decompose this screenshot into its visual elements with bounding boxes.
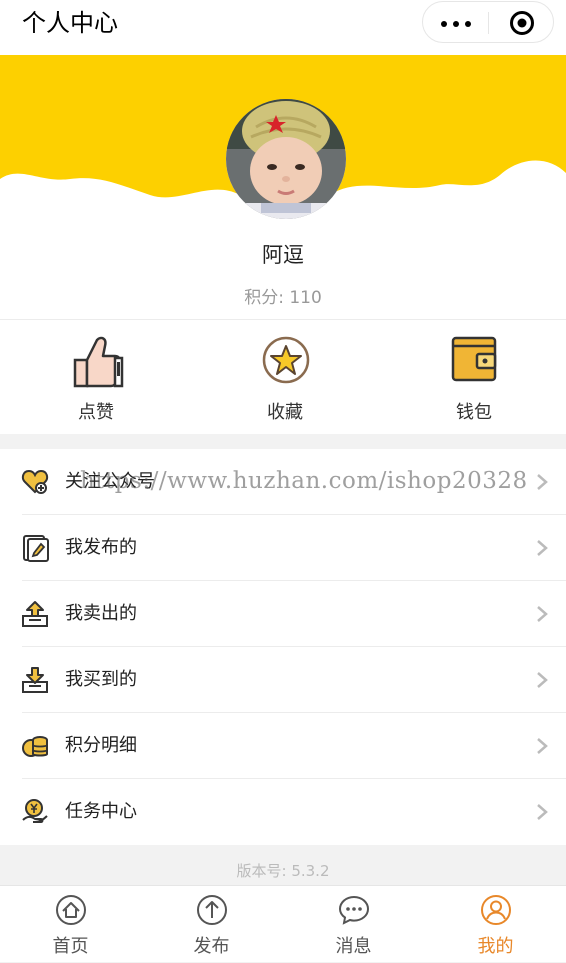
chevron-right-icon bbox=[537, 738, 548, 754]
menu-item-bought[interactable]: 我买到的 bbox=[0, 647, 566, 713]
tab-mine[interactable]: 我的 bbox=[425, 886, 566, 963]
tab-publish[interactable]: 发布 bbox=[141, 886, 282, 963]
coins-icon bbox=[22, 736, 48, 757]
profile-header: 阿逗 积分: 110 bbox=[0, 55, 566, 319]
action-like[interactable]: 点赞 bbox=[31, 320, 161, 435]
menu-label: 任务中心 bbox=[65, 801, 137, 822]
menu-label: 我发布的 bbox=[65, 537, 137, 558]
chevron-right-icon bbox=[537, 540, 548, 556]
menu-label: 积分明细 bbox=[65, 735, 137, 756]
nav-bar: 个人中心 bbox=[0, 0, 566, 55]
menu-list: 关注公众号 我发布的 我卖出的 我买到的 积分明细 任务中心 bbox=[0, 449, 566, 845]
watermark: https://www.huzhan.com/ishop20328 bbox=[80, 468, 528, 494]
tab-label: 首页 bbox=[52, 936, 89, 957]
action-favorite[interactable]: 收藏 bbox=[220, 320, 350, 435]
quick-actions: 点赞 收藏 钱包 bbox=[0, 319, 566, 434]
bought-box-icon bbox=[22, 667, 48, 693]
chevron-right-icon bbox=[537, 474, 548, 490]
thumbs-up-icon bbox=[73, 336, 124, 388]
task-hand-icon bbox=[22, 799, 48, 823]
publish-doc-icon bbox=[23, 535, 49, 562]
tab-label: 消息 bbox=[335, 936, 372, 957]
tab-label: 发布 bbox=[193, 936, 230, 957]
user-nickname: 阿逗 bbox=[262, 243, 304, 267]
menu-item-sold[interactable]: 我卖出的 bbox=[0, 581, 566, 647]
avatar-photo bbox=[226, 99, 346, 219]
tab-bar: 首页 发布 消息 我的 bbox=[0, 885, 566, 962]
mini-program-capsule bbox=[422, 1, 554, 43]
tab-home[interactable]: 首页 bbox=[0, 886, 141, 963]
menu-label: 我卖出的 bbox=[65, 603, 137, 624]
star-icon bbox=[262, 336, 310, 384]
more-icon[interactable] bbox=[441, 21, 471, 27]
version-text: 版本号: 5.3.2 bbox=[236, 862, 330, 880]
tab-label: 我的 bbox=[477, 936, 514, 957]
tab-messages[interactable]: 消息 bbox=[283, 886, 424, 963]
upload-icon bbox=[197, 895, 227, 925]
close-target-icon[interactable] bbox=[509, 10, 535, 36]
chevron-right-icon bbox=[537, 672, 548, 688]
home-icon bbox=[56, 895, 86, 925]
sold-box-icon bbox=[22, 601, 48, 627]
wallet-icon bbox=[451, 336, 497, 382]
heart-icon bbox=[21, 469, 49, 494]
user-icon bbox=[481, 895, 511, 925]
action-label: 收藏 bbox=[267, 402, 303, 423]
chevron-right-icon bbox=[537, 804, 548, 820]
message-icon bbox=[338, 895, 370, 925]
page-title: 个人中心 bbox=[22, 9, 118, 37]
menu-item-points[interactable]: 积分明细 bbox=[0, 713, 566, 779]
menu-item-published[interactable]: 我发布的 bbox=[0, 515, 566, 581]
user-points: 积分: 110 bbox=[244, 288, 322, 308]
avatar[interactable] bbox=[226, 99, 346, 219]
menu-label: 我买到的 bbox=[65, 669, 137, 690]
action-label: 点赞 bbox=[78, 402, 114, 423]
action-wallet[interactable]: 钱包 bbox=[409, 320, 539, 435]
capsule-divider bbox=[488, 12, 489, 34]
action-label: 钱包 bbox=[456, 402, 492, 423]
chevron-right-icon bbox=[537, 606, 548, 622]
menu-item-tasks[interactable]: 任务中心 bbox=[0, 779, 566, 845]
